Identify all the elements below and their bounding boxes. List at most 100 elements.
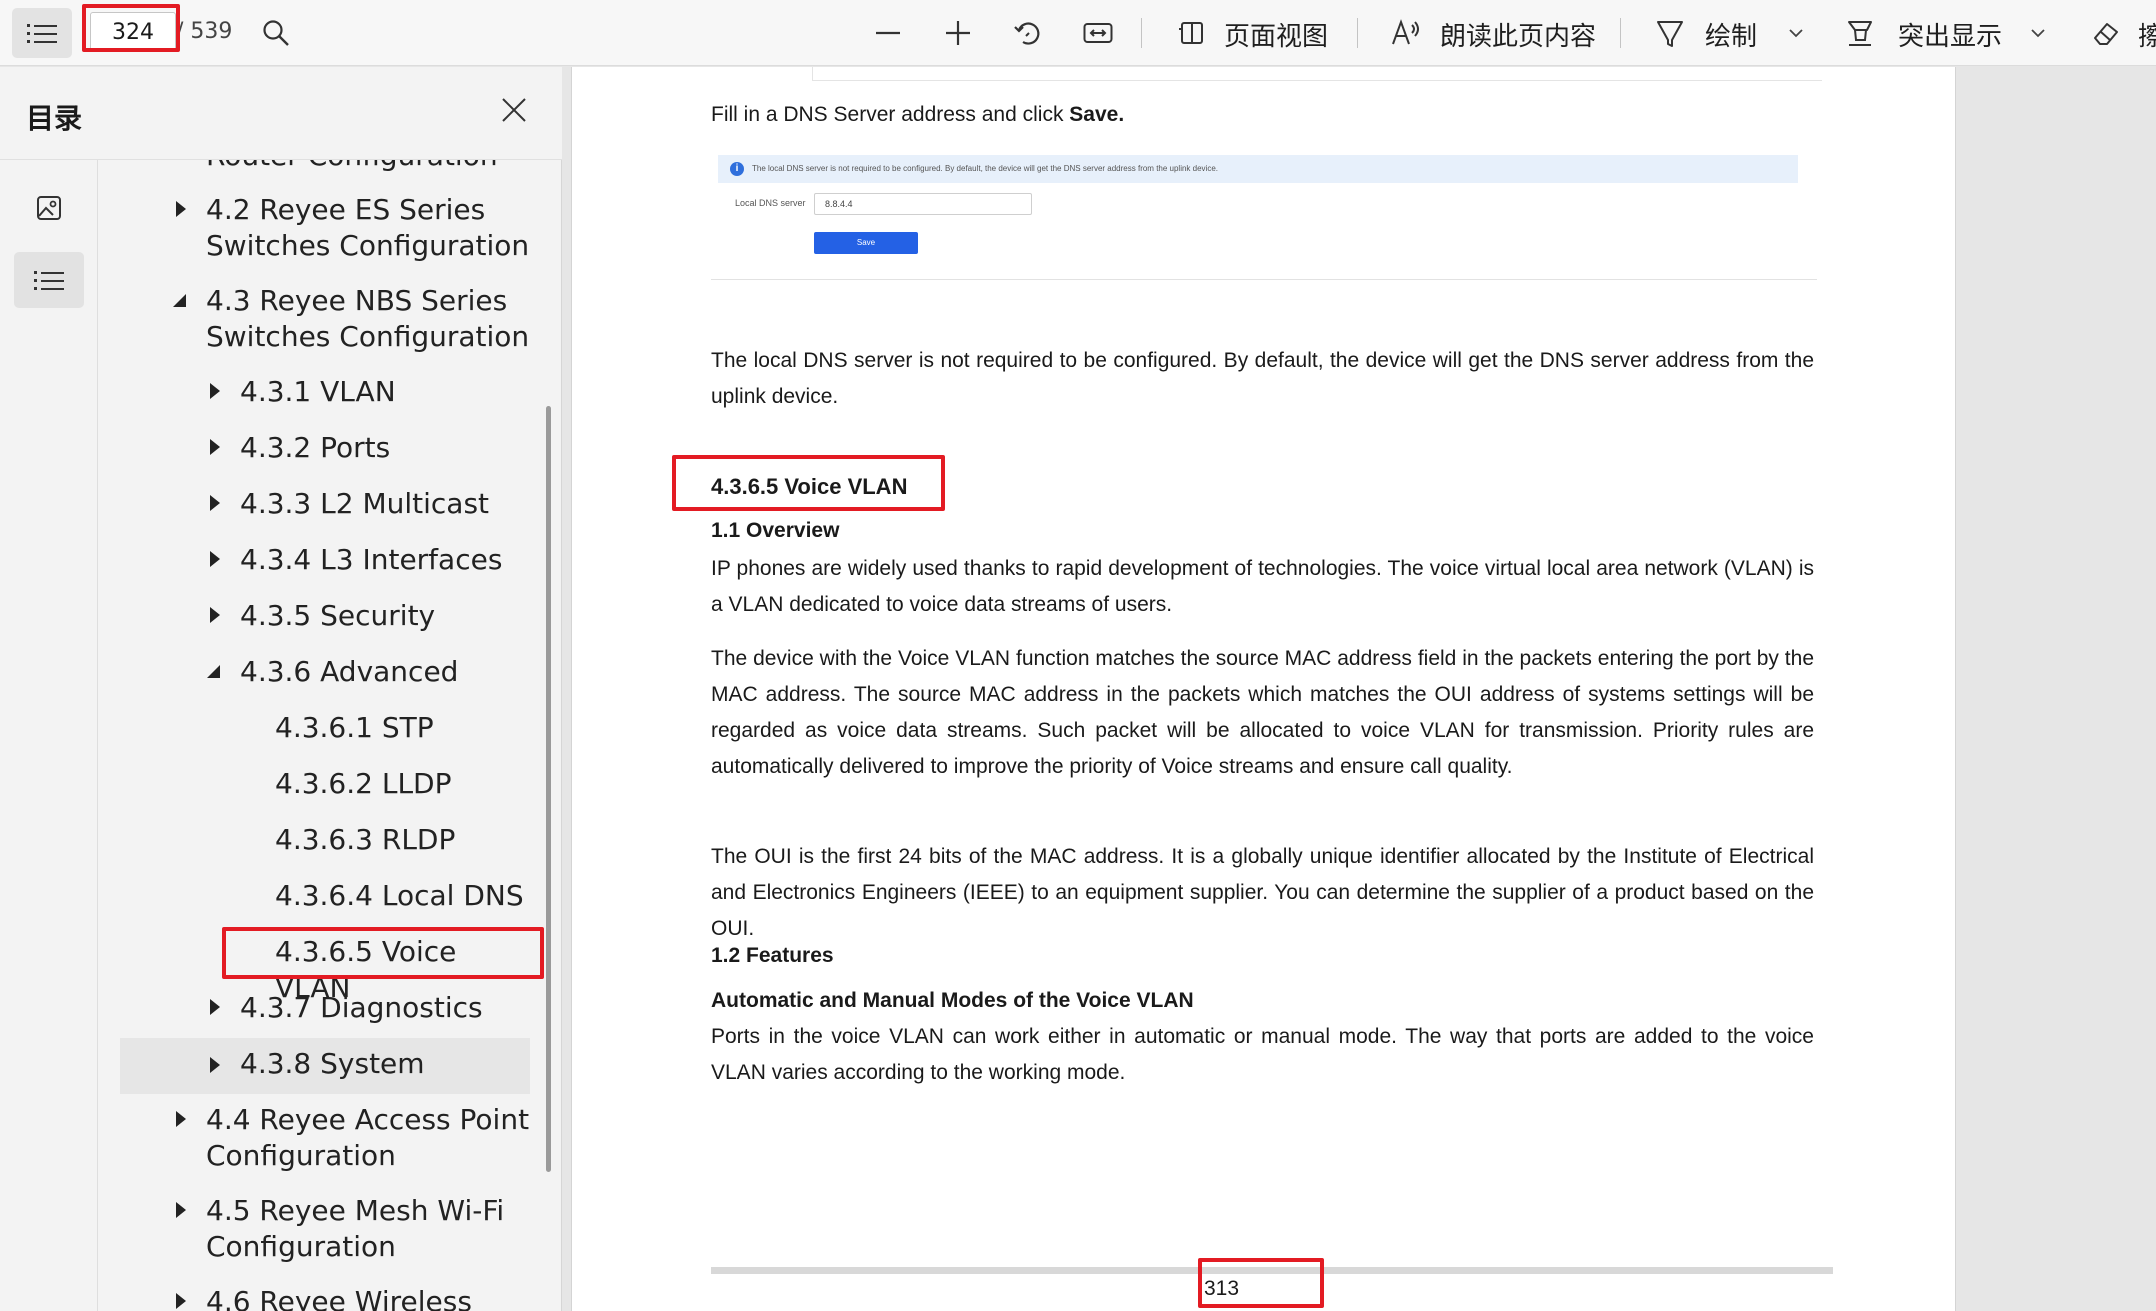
collapse-triangle-icon	[207, 665, 220, 678]
toc-item-label: Switches Configuration	[206, 320, 530, 353]
image-icon	[37, 196, 61, 220]
paragraph-oui: The OUI is the first 24 bits of the MAC …	[711, 845, 1814, 940]
highlight-button[interactable]: 突出显示	[1898, 16, 2002, 53]
minus-icon	[876, 31, 900, 35]
toolbar-divider	[1620, 18, 1621, 48]
toc-item-4-3-6-5[interactable]: 4.3.6.5 Voice VLAN	[120, 934, 530, 1004]
search-button[interactable]	[246, 8, 306, 58]
toc-item-4-3-6[interactable]: 4.3.6 Advanced	[120, 654, 530, 694]
list-icon	[34, 271, 64, 290]
toc-header: 目录	[0, 67, 562, 160]
toc-item-label: 4.3.2 Ports	[240, 431, 391, 464]
toolbar: 324 / 539 页面视图 朗读此页内容 绘制 突出显示 擦	[0, 0, 2156, 66]
toc-item-4-3-6-3[interactable]: 4.3.6.3 RLDP	[120, 822, 530, 862]
toc-item-label: Configuration	[206, 1230, 396, 1263]
features-heading: 1.2 Features	[711, 944, 834, 967]
overview-heading: 1.1 Overview	[711, 519, 840, 542]
expand-triangle-icon	[210, 383, 220, 399]
toc-item-label: 4.3.4 L3 Interfaces	[240, 543, 503, 576]
embedded-screenshot-fragment	[812, 67, 1822, 81]
embedded-save-button: Save	[814, 232, 918, 254]
toc-panel: Router Configuration 4.2 Reyee ES Series…	[98, 160, 562, 1311]
toolbar-divider	[1141, 18, 1142, 48]
toc-item-4-3-4[interactable]: 4.3.4 L3 Interfaces	[120, 542, 530, 582]
toc-item-4-3-7[interactable]: 4.3.7 Diagnostics	[120, 990, 530, 1030]
page-view-icon	[1179, 22, 1203, 44]
toc-item-4-3-6-2[interactable]: 4.3.6.2 LLDP	[120, 766, 530, 806]
page-number-input[interactable]: 324	[90, 12, 176, 52]
toc-item[interactable]: Router Configuration	[120, 160, 530, 174]
read-aloud-icon-button[interactable]	[1376, 8, 1436, 58]
rotate-button[interactable]	[998, 8, 1058, 58]
expand-triangle-icon	[176, 1202, 186, 1218]
eraser-icon	[2094, 23, 2118, 45]
toc-item-label: 4.3 Reyee NBS Series	[206, 284, 508, 317]
highlight-icon-button[interactable]	[1830, 8, 1890, 58]
draw-icon-button[interactable]	[1640, 8, 1700, 58]
toc-item-label: 4.6 Reyee Wireless	[206, 1285, 472, 1311]
erase-button[interactable]: 擦	[2138, 16, 2156, 53]
page-view-icon-button[interactable]	[1162, 8, 1222, 58]
toc-item-4-3-2[interactable]: 4.3.2 Ports	[120, 430, 530, 470]
toc-close-button[interactable]	[496, 92, 532, 128]
read-aloud-button[interactable]: 朗读此页内容	[1440, 16, 1596, 53]
document-viewer[interactable]: Fill in a DNS Server address and click S…	[563, 67, 2156, 1311]
list-icon	[27, 24, 57, 43]
fit-width-button[interactable]	[1068, 8, 1128, 58]
expand-triangle-icon	[176, 1293, 186, 1309]
contents-button[interactable]	[14, 252, 84, 308]
toc-item-label: Router Configuration	[206, 160, 498, 174]
toc-item-4-6[interactable]: 4.6 Reyee Wireless	[120, 1284, 530, 1311]
toc-item-label: 4.4 Reyee Access Point	[206, 1103, 530, 1136]
thumbnails-button[interactable]	[14, 180, 84, 236]
toc-toggle-button[interactable]	[12, 8, 72, 58]
intro-bold: Save.	[1069, 103, 1125, 126]
toc-item-4-3-3[interactable]: 4.3.3 L2 Multicast	[120, 486, 530, 526]
plus-icon	[946, 21, 970, 45]
toc-item-label: 4.3.6.1 STP	[275, 711, 434, 744]
divider	[711, 279, 1817, 280]
highlighter-icon	[1848, 21, 1872, 46]
toc-item-4-3-8[interactable]: 4.3.8 System	[120, 1038, 530, 1094]
toc-item-label: 4.2 Reyee ES Series	[206, 193, 486, 226]
highlight-options-dropdown[interactable]	[2008, 8, 2068, 58]
toc-item-label: 4.5 Reyee Mesh Wi-Fi	[206, 1194, 505, 1227]
toc-item-label: 4.3.3 L2 Multicast	[240, 487, 490, 520]
expand-triangle-icon	[210, 607, 220, 623]
read-aloud-icon	[1392, 19, 1419, 45]
paragraph-modes: Ports in the voice VLAN can work either …	[711, 1025, 1814, 1084]
expand-triangle-icon	[210, 495, 220, 511]
toc-item-4-3[interactable]: 4.3 Reyee NBS Series Switches Configurat…	[120, 283, 530, 355]
pdf-page: Fill in a DNS Server address and click S…	[571, 67, 1956, 1311]
toc-item-4-5[interactable]: 4.5 Reyee Mesh Wi-Fi Configuration	[120, 1193, 530, 1265]
toc-item-4-2[interactable]: 4.2 Reyee ES Series Switches Configurati…	[120, 192, 530, 264]
toc-item-label: 4.3.6.2 LLDP	[275, 767, 452, 800]
toc-scrollbar[interactable]	[546, 406, 551, 1172]
chevron-down-icon	[2031, 29, 2045, 38]
expand-triangle-icon	[210, 1057, 220, 1073]
draw-button[interactable]: 绘制	[1705, 16, 1757, 53]
toc-item-4-3-6-1[interactable]: 4.3.6.1 STP	[120, 710, 530, 750]
toc-item-label: 4.3.6.4 Local DNS	[275, 879, 524, 912]
close-icon	[502, 98, 526, 122]
eraser-icon-button[interactable]	[2076, 8, 2136, 58]
zoom-out-button[interactable]	[858, 8, 918, 58]
toc-item-4-4[interactable]: 4.4 Reyee Access Point Configuration	[120, 1102, 530, 1174]
toc-item-4-3-6-4[interactable]: 4.3.6.4 Local DNS	[120, 878, 530, 918]
embedded-info-note: i The local DNS server is not required t…	[718, 155, 1798, 183]
zoom-in-button[interactable]	[928, 8, 988, 58]
embedded-dns-field: 8.8.4.4	[814, 193, 1032, 215]
toc-item-label: Configuration	[206, 1139, 396, 1172]
fit-width-icon	[1083, 23, 1113, 43]
draw-options-dropdown[interactable]	[1766, 8, 1826, 58]
modes-heading: Automatic and Manual Modes of the Voice …	[711, 989, 1194, 1012]
embedded-note-text: The local DNS server is not required to …	[752, 164, 1219, 173]
embedded-field-label: Local DNS server	[735, 198, 806, 208]
toc-item-4-3-5[interactable]: 4.3.5 Security	[120, 598, 530, 638]
toc-title: 目录	[26, 102, 83, 135]
toc-item-4-3-1[interactable]: 4.3.1 VLAN	[120, 374, 530, 414]
toc-item-label: 4.3.6.3 RLDP	[275, 823, 456, 856]
page-view-button[interactable]: 页面视图	[1224, 16, 1328, 53]
page-total: / 539	[176, 19, 233, 44]
expand-triangle-icon	[210, 999, 220, 1015]
